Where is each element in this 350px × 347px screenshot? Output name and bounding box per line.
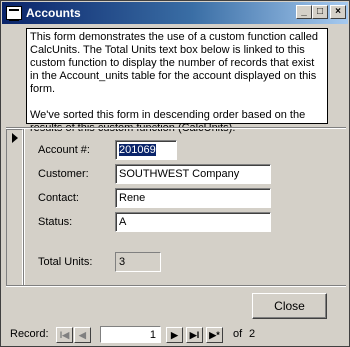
first-record-button[interactable]: I◀ [56,327,73,343]
header-divider [6,127,346,129]
description-paragraph-2: We've sorted this form in descending ord… [30,109,306,134]
record-count: 2 [249,328,256,340]
window-title: Accounts [26,6,81,20]
next-record-button[interactable]: ▶ [166,327,183,343]
account-number-field[interactable]: 201069 [115,140,177,160]
contact-field[interactable]: Rene [115,188,271,208]
record-label: Record: [10,328,49,340]
current-record-arrow-icon [12,133,18,143]
last-record-button[interactable]: ▶I [186,327,203,343]
footer-divider [6,285,346,287]
total-units-label: Total Units: [38,256,93,268]
record-selector[interactable] [6,129,23,286]
close-button[interactable]: Close [252,293,327,319]
form-icon[interactable] [6,6,22,21]
minimize-button[interactable]: _ [296,5,312,19]
customer-field[interactable]: SOUTHWEST Company [115,164,271,184]
status-field[interactable]: A [115,212,271,232]
new-record-button[interactable]: ▶* [206,327,223,343]
of-label: of [233,328,243,340]
previous-record-button[interactable]: ◀ [74,327,91,343]
record-number-input[interactable]: 1 [100,326,161,343]
record-navigation-bar: Record: I◀ ◀ 1 ▶ ▶I ▶* of 2 [1,324,349,344]
description-textbox[interactable]: This form demonstrates the use of a cust… [26,28,328,134]
status-label: Status: [38,216,73,228]
customer-label: Customer: [38,168,89,180]
title-bar[interactable]: Accounts _ □ × [2,2,348,24]
close-window-button[interactable]: × [330,5,346,19]
total-units-field: 3 [115,252,161,272]
detail-left-border [23,129,25,286]
account-label: Account #: [38,144,90,156]
description-paragraph-1: This form demonstrates the use of a cust… [30,31,318,95]
accounts-window: Accounts _ □ × This form demonstrates th… [0,0,350,347]
contact-label: Contact: [38,192,79,204]
maximize-button[interactable]: □ [312,5,328,19]
